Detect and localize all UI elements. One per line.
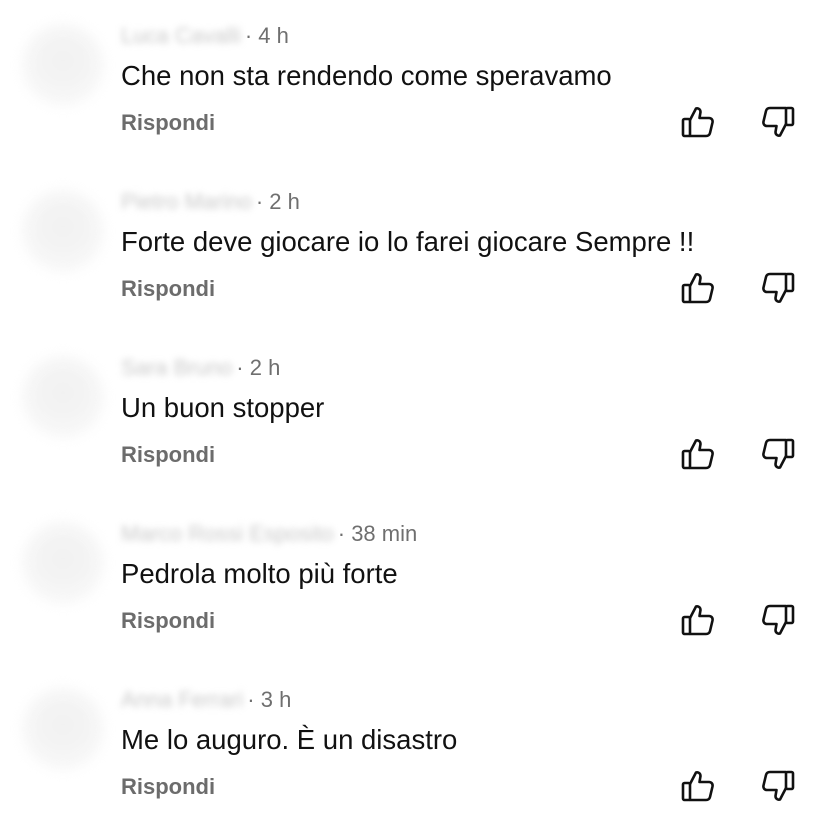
- like-button[interactable]: [680, 436, 716, 472]
- thumb-down-icon: [762, 604, 795, 635]
- comment-text: Pedrola molto più forte: [121, 558, 398, 589]
- timestamp: · 3 h: [247, 687, 292, 712]
- reply-button[interactable]: Rispondi: [121, 110, 215, 136]
- reply-button[interactable]: Rispondi: [121, 276, 215, 302]
- thumb-up-icon: [681, 771, 714, 802]
- avatar[interactable]: [22, 522, 104, 604]
- thumb-up-icon: [681, 439, 714, 470]
- dislike-button[interactable]: [760, 602, 796, 638]
- like-button[interactable]: [680, 270, 716, 306]
- comment-text: Che non sta rendendo come speravamo: [121, 60, 612, 91]
- timestamp: · 38 min: [337, 521, 418, 546]
- comment-text: Un buon stopper: [121, 392, 325, 423]
- comment-meta: Anna Ferrari · 3 h: [121, 686, 291, 714]
- comment-meta: Pietro Marino · 2 h: [121, 188, 300, 216]
- avatar[interactable]: [22, 356, 104, 438]
- dislike-button[interactable]: [760, 436, 796, 472]
- thumb-up-icon: [681, 107, 714, 138]
- comment: Pietro Marino · 2 h Forte deve giocare i…: [0, 166, 828, 332]
- timestamp: · 2 h: [236, 355, 281, 380]
- avatar[interactable]: [22, 688, 104, 770]
- like-button[interactable]: [680, 602, 716, 638]
- thumb-down-icon: [762, 770, 795, 801]
- author-name[interactable]: Marco Rossi Esposito: [121, 521, 334, 547]
- dislike-button[interactable]: [760, 104, 796, 140]
- comment-text: Me lo auguro. È un disastro: [121, 724, 458, 755]
- comment: Sara Bruno · 2 h Un buon stopper Rispond…: [0, 332, 828, 498]
- comment-text: Forte deve giocare io lo farei giocare S…: [121, 226, 695, 257]
- comment: Anna Ferrari · 3 h Me lo auguro. È un di…: [0, 664, 828, 830]
- avatar[interactable]: [22, 190, 104, 272]
- reply-button[interactable]: Rispondi: [121, 608, 215, 634]
- timestamp: · 4 h: [244, 23, 289, 48]
- dislike-button[interactable]: [760, 270, 796, 306]
- avatar[interactable]: [22, 24, 104, 106]
- author-name[interactable]: Anna Ferrari: [121, 687, 243, 713]
- comment-meta: Luca Cavalli · 4 h: [121, 22, 289, 50]
- thumb-down-icon: [762, 438, 795, 469]
- thumb-up-icon: [681, 273, 714, 304]
- comment-meta: Marco Rossi Esposito · 38 min: [121, 520, 417, 548]
- thumb-down-icon: [762, 272, 795, 303]
- author-name[interactable]: Pietro Marino: [121, 189, 252, 215]
- like-button[interactable]: [680, 768, 716, 804]
- thumb-up-icon: [681, 605, 714, 636]
- timestamp: · 2 h: [255, 189, 300, 214]
- author-name[interactable]: Sara Bruno: [121, 355, 232, 381]
- comment-meta: Sara Bruno · 2 h: [121, 354, 280, 382]
- comment: Luca Cavalli · 4 h Che non sta rendendo …: [0, 0, 828, 166]
- reply-button[interactable]: Rispondi: [121, 442, 215, 468]
- author-name[interactable]: Luca Cavalli: [121, 23, 241, 49]
- thumb-down-icon: [762, 106, 795, 137]
- reply-button[interactable]: Rispondi: [121, 774, 215, 800]
- comment: Marco Rossi Esposito · 38 min Pedrola mo…: [0, 498, 828, 664]
- dislike-button[interactable]: [760, 768, 796, 804]
- like-button[interactable]: [680, 104, 716, 140]
